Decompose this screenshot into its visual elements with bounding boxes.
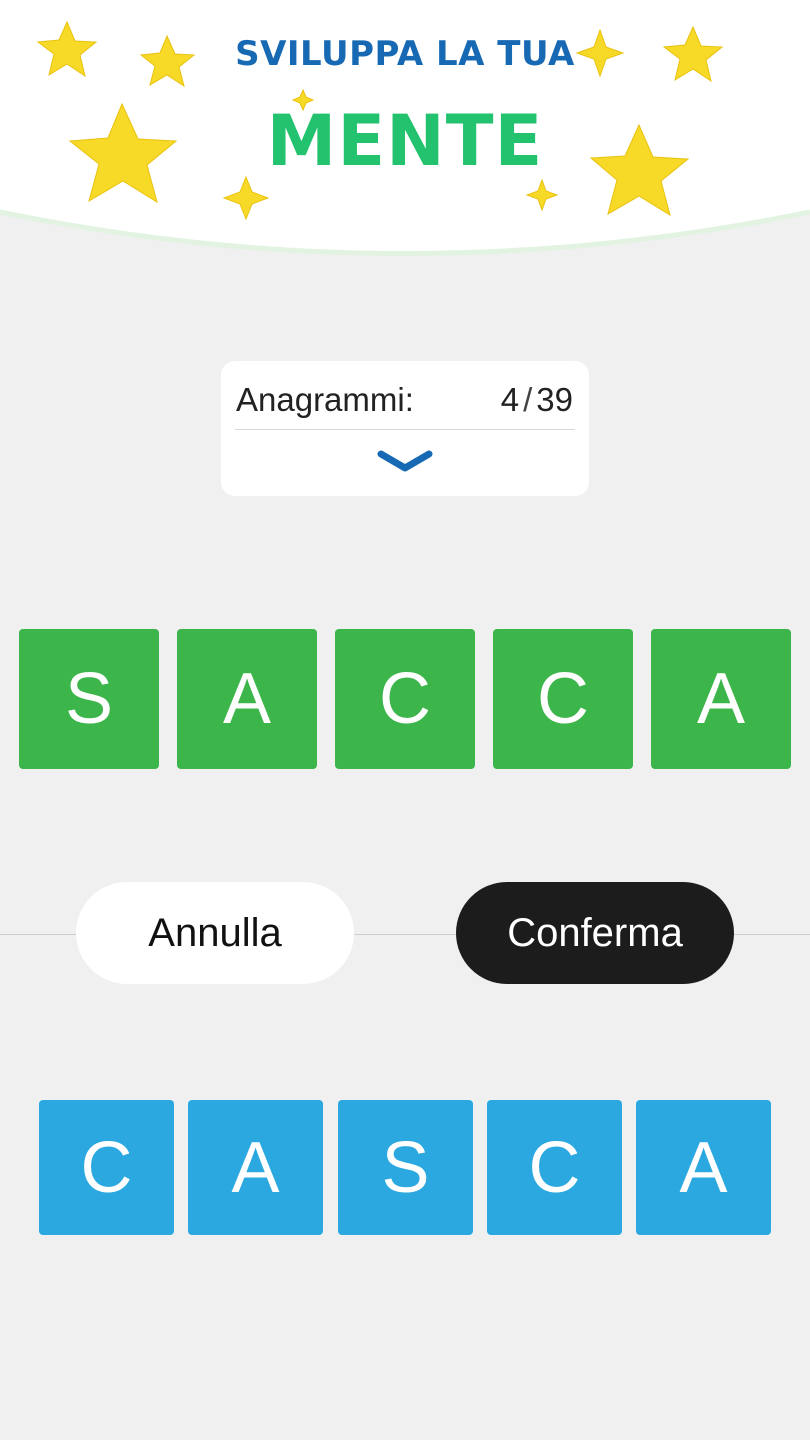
answer-tile[interactable]: C [493, 629, 633, 769]
banner-title-line2: MENTE [266, 100, 544, 182]
letter-tile[interactable]: A [188, 1100, 323, 1235]
letter-tile[interactable]: A [636, 1100, 771, 1235]
cancel-button[interactable]: Annulla [76, 882, 354, 984]
answer-tile[interactable]: C [335, 629, 475, 769]
count-separator: / [523, 381, 533, 418]
anagram-counter-card: Anagrammi: 4/39 [221, 361, 589, 496]
answer-tile[interactable]: A [177, 629, 317, 769]
banner-title-line1: SVILUPPA LA TUA [235, 34, 575, 74]
answer-tile[interactable]: A [651, 629, 791, 769]
letter-tile[interactable]: C [39, 1100, 174, 1235]
counter-value: 4/39 [501, 381, 573, 419]
found-count: 4 [500, 381, 520, 418]
counter-label: Anagrammi: [236, 381, 414, 418]
header-banner: SVILUPPA LA TUA MENTE [0, 0, 810, 270]
answer-tile[interactable]: S [19, 629, 159, 769]
confirm-button[interactable]: Conferma [456, 882, 734, 984]
total-count: 39 [536, 381, 573, 418]
expand-list-button[interactable] [375, 446, 435, 482]
letter-tile[interactable]: S [338, 1100, 473, 1235]
letter-tile[interactable]: C [487, 1100, 622, 1235]
chevron-down-icon [377, 450, 433, 472]
counter-divider [235, 429, 575, 430]
